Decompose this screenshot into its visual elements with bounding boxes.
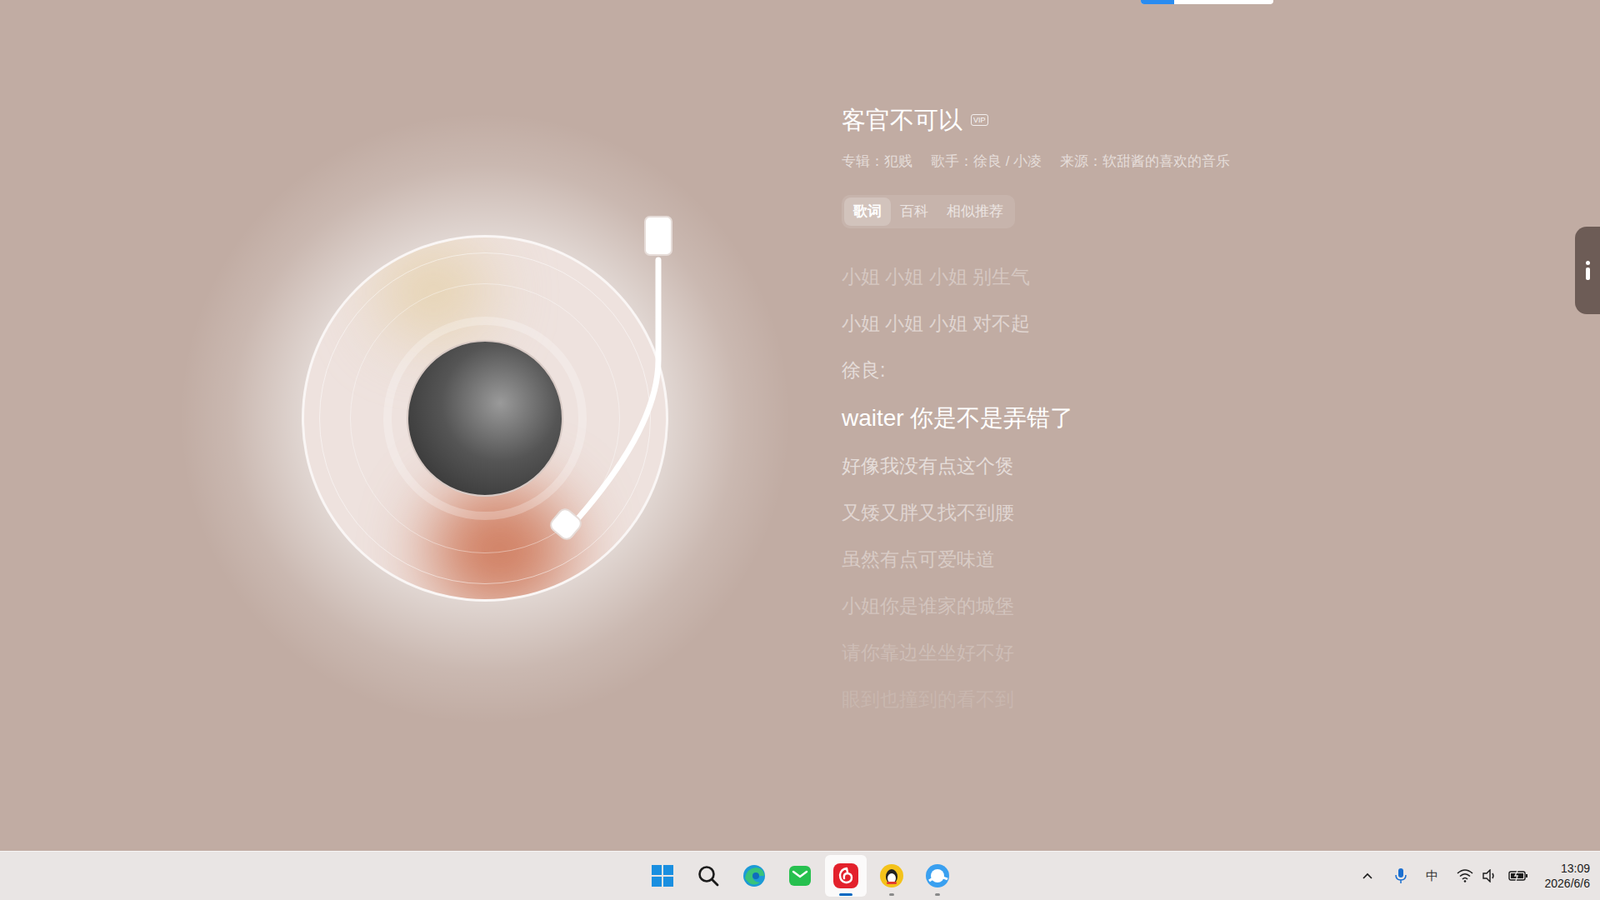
taskbar-app[interactable] — [733, 855, 775, 897]
chat-icon — [786, 862, 814, 890]
taskbar: 中 13:092026/6/6 — [0, 850, 1600, 900]
lyric-line[interactable]: 又矮又胖又找不到腰 — [841, 489, 1475, 536]
lyric-line[interactable]: 小姐 小姐 小姐 别生气 — [841, 253, 1475, 300]
lyric-text: 徐良: — [841, 355, 885, 385]
lyric-text: 又矮又胖又找不到腰 — [841, 498, 1015, 528]
qq-icon — [878, 862, 905, 890]
tab-bar: 歌词百科相似推荐 — [841, 195, 1015, 229]
running-indicator — [935, 893, 940, 896]
lyric-line[interactable]: 眼到也撞到的看不到 — [841, 675, 1475, 723]
tab[interactable]: 百科 — [890, 197, 938, 226]
top-indicator-fill — [1140, 0, 1175, 5]
lyrics: 小姐 小姐 小姐 别生气小姐 小姐 小姐 对不起徐良: waiter 你是不是弄错… — [841, 253, 1475, 723]
record-glow — [176, 110, 794, 727]
record-highlight — [429, 487, 571, 602]
running-indicator — [839, 893, 853, 896]
lyric-text: 请你靠边坐坐好不好 — [841, 638, 1015, 668]
browser-icon — [924, 862, 951, 890]
edge-icon — [740, 862, 768, 890]
record-area — [0, 0, 842, 851]
clock-date: 2026/6/6 — [1545, 875, 1591, 891]
taskbar-app[interactable] — [825, 855, 867, 897]
meta-value[interactable]: 软甜酱的喜欢的音乐 — [1102, 151, 1230, 172]
info-icon — [1585, 260, 1590, 280]
meta-label: 专辑： — [841, 151, 885, 172]
lyric-text: 眼到也撞到的看不到 — [841, 685, 1015, 715]
taskbar-apps — [641, 855, 959, 897]
player-view: 客官不可以 VIP 专辑：犯贱歌手：徐良 / 小凌来源：软甜酱的喜欢的音乐歌词百科相… — [0, 0, 1600, 851]
lyric-text: 虽然有点可爱味道 — [841, 545, 995, 575]
tab[interactable]: 歌词 — [844, 197, 891, 226]
clock[interactable]: 13:092026/6/6 — [1545, 860, 1591, 891]
netease-icon — [832, 862, 860, 890]
tab[interactable]: 相似推荐 — [937, 197, 1013, 226]
lyric-line[interactable]: 请你靠边坐坐好不好 — [841, 629, 1475, 676]
title-row: 客官不可以 VIP — [841, 105, 1475, 135]
start-icon — [649, 862, 676, 890]
side-info-button[interactable] — [1575, 226, 1600, 315]
album-cover — [406, 340, 564, 497]
running-indicator — [889, 893, 895, 896]
info-icon-bar — [1585, 267, 1590, 280]
lyric-line[interactable]: 好像我没有点这个煲 — [841, 442, 1475, 490]
wifi-icon[interactable] — [1455, 862, 1475, 890]
taskbar-app[interactable] — [641, 855, 684, 897]
top-indicator — [1140, 0, 1274, 5]
chevron-up-icon[interactable] — [1355, 862, 1380, 890]
info-icon-dot — [1585, 260, 1590, 265]
vinyl-record — [301, 235, 669, 602]
lyric-text: 好像我没有点这个煲 — [841, 451, 1015, 481]
battery-icon[interactable] — [1506, 862, 1530, 890]
song-title: 客官不可以 — [841, 105, 963, 135]
lyric-text: 小姐你是谁家的城堡 — [841, 591, 1015, 621]
microphone-icon[interactable] — [1389, 862, 1413, 890]
meta-item: 来源：软甜酱的喜欢的音乐 — [1060, 151, 1230, 172]
lyric-line[interactable]: 徐良: — [841, 346, 1475, 394]
lyric-text: 小姐 小姐 小姐 别生气 — [841, 262, 1030, 292]
lyric-line[interactable]: waiter 你是不是弄错了 — [841, 393, 1475, 443]
song-panel: 客官不可以 VIP 专辑：犯贱歌手：徐良 / 小凌来源：软甜酱的喜欢的音乐歌词百科相… — [841, 0, 1475, 851]
system-tray: 中 13:092026/6/6 — [958, 860, 1600, 891]
lyric-text: waiter 你是不是弄错了 — [841, 400, 1074, 436]
meta-item: 歌手：徐良 / 小凌 — [930, 151, 1042, 172]
lyric-line[interactable]: 小姐 小姐 小姐 对不起 — [841, 300, 1475, 347]
meta-value[interactable]: 徐良 / 小凌 — [973, 151, 1042, 172]
lyric-line[interactable]: 小姐你是谁家的城堡 — [841, 582, 1475, 630]
taskbar-app[interactable] — [870, 855, 913, 897]
meta-value[interactable]: 犯贱 — [884, 151, 913, 172]
lyric-line[interactable]: 虽然有点可爱味道 — [841, 535, 1475, 583]
meta-label: 来源： — [1060, 151, 1103, 172]
meta-item: 专辑：犯贱 — [841, 151, 913, 172]
taskbar-app[interactable] — [687, 855, 730, 897]
taskbar-app[interactable] — [916, 855, 959, 897]
input-method[interactable]: 中 — [1421, 862, 1444, 890]
lyric-text: 小姐 小姐 小姐 对不起 — [841, 309, 1030, 339]
song-meta: 专辑：犯贱歌手：徐良 / 小凌来源：软甜酱的喜欢的音乐 — [841, 151, 1475, 172]
taskbar-app[interactable] — [779, 855, 821, 897]
meta-label: 歌手： — [930, 151, 974, 172]
clock-time: 13:09 — [1560, 860, 1590, 876]
search-icon — [695, 862, 722, 890]
vip-badge: VIP — [970, 114, 989, 126]
volume-icon[interactable] — [1480, 862, 1500, 890]
